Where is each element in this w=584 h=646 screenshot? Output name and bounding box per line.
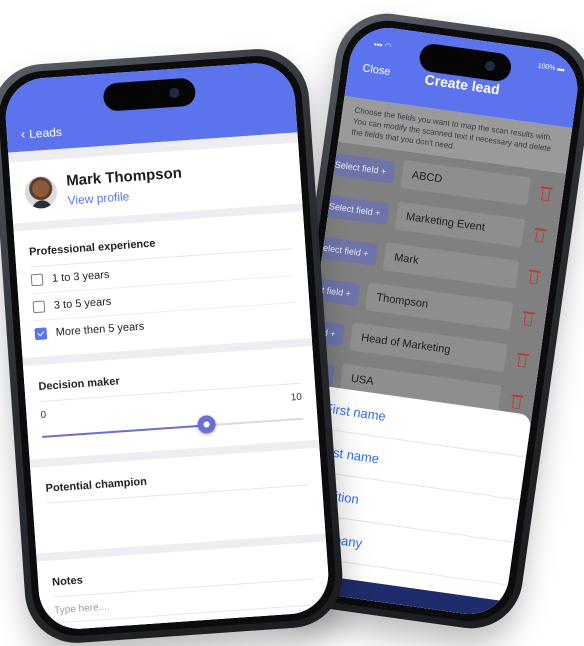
back-button[interactable]: ‹ Leads (20, 124, 62, 142)
profile-card: Mark Thompson View profile (8, 142, 303, 224)
lead-profile-screen: ‹ Leads Mark Thompson View profile Profes… (3, 60, 331, 632)
slider-thumb[interactable] (197, 414, 217, 435)
trash-icon[interactable] (526, 269, 542, 287)
lead-profile-body: Mark Thompson View profile Professional … (8, 132, 331, 632)
experience-card: Professional experience 1 to 3 years 3 to… (13, 211, 312, 359)
avatar (23, 174, 59, 209)
notes-card: Notes Type here.... Save (36, 541, 331, 632)
scanned-value-field[interactable]: Marketing Event (394, 201, 526, 248)
phone-lead-profile: ‹ Leads Mark Thompson View profile Profes… (0, 45, 346, 646)
select-field-button[interactable]: Select field + (319, 194, 390, 226)
signal-wifi-icon: ▪▪▪ ◠ (373, 39, 393, 52)
trash-icon[interactable] (508, 393, 524, 411)
decision-maker-card: Decision maker 0 10 (23, 345, 319, 460)
potential-champion-card: Potential champion (30, 447, 326, 554)
camera-icon (484, 60, 496, 72)
slider-max-label: 10 (290, 391, 303, 404)
select-field-button[interactable]: Select field + (325, 152, 396, 184)
potential-champion-title: Potential champion (44, 458, 309, 504)
scanned-value-field[interactable]: Thompson (364, 282, 514, 331)
trash-icon[interactable] (532, 227, 548, 245)
slider-min-label: 0 (40, 409, 47, 421)
checkbox-icon[interactable] (30, 273, 44, 287)
back-label: Leads (28, 124, 63, 142)
battery-status: 100% ▬ (537, 62, 565, 74)
checkbox-checked-icon[interactable] (34, 327, 48, 341)
scanned-value-field[interactable]: ABCD (400, 160, 531, 206)
trash-icon[interactable] (538, 186, 554, 204)
experience-option-label: 3 to 5 years (53, 295, 112, 312)
experience-option-label: More then 5 years (55, 320, 145, 339)
trash-icon[interactable] (514, 352, 530, 370)
camera-icon (169, 87, 180, 99)
experience-option-label: 1 to 3 years (51, 268, 110, 285)
view-profile-link[interactable]: View profile (67, 186, 184, 207)
slider-fill (41, 424, 207, 438)
scanned-value-field[interactable]: Mark (382, 242, 520, 290)
chevron-left-icon: ‹ (20, 126, 26, 142)
checkbox-icon[interactable] (32, 300, 46, 314)
select-field-button[interactable]: elect field + (313, 235, 378, 267)
phone-bezel: ‹ Leads Mark Thompson View profile Profes… (0, 53, 339, 639)
experience-options: 1 to 3 years 3 to 5 years More then 5 year… (30, 249, 297, 347)
trash-icon[interactable] (520, 310, 536, 328)
